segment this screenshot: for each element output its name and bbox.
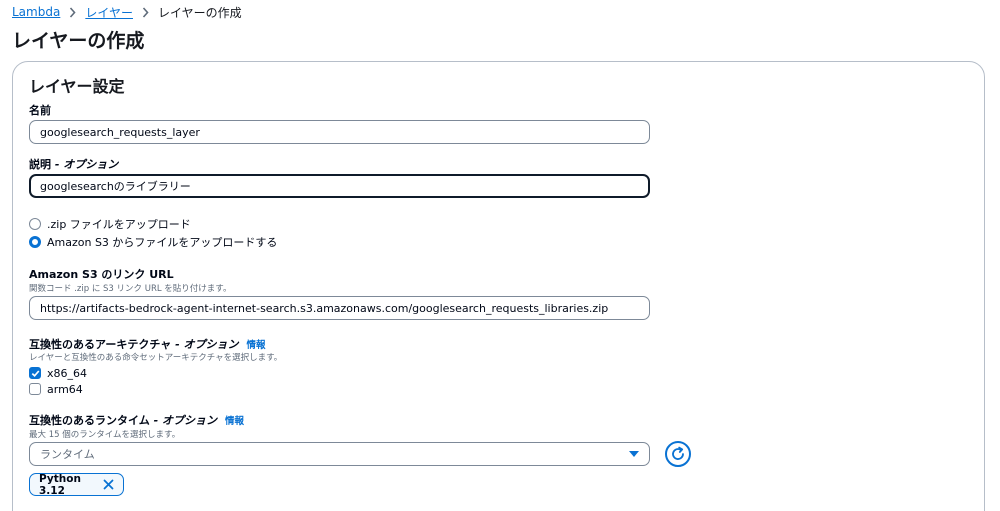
runtime-select-placeholder: ランタイム bbox=[40, 448, 95, 461]
optional-suffix: - オプション bbox=[51, 158, 119, 171]
checkbox[interactable] bbox=[29, 383, 41, 395]
page-title: レイヤーの作成 bbox=[12, 30, 145, 52]
check-icon bbox=[31, 369, 39, 377]
breadcrumb-current: レイヤーの作成 bbox=[157, 5, 242, 20]
refresh-icon bbox=[672, 446, 684, 460]
breadcrumb-link-layers[interactable]: レイヤー bbox=[85, 4, 133, 21]
architecture-info-link[interactable]: 情報 bbox=[246, 340, 265, 351]
runtime-token: Python 3.12 bbox=[29, 472, 124, 497]
s3-url-label: Amazon S3 のリンク URL bbox=[29, 268, 174, 281]
breadcrumb: Lambda レイヤー レイヤーの作成 bbox=[12, 4, 242, 20]
radio-button[interactable] bbox=[29, 236, 41, 248]
runtime-select[interactable]: ランタイム bbox=[29, 442, 650, 466]
checkbox[interactable] bbox=[29, 367, 41, 379]
description-input[interactable] bbox=[29, 174, 650, 198]
breadcrumb-link-lambda[interactable]: Lambda bbox=[12, 5, 60, 19]
caret-down-icon bbox=[629, 451, 639, 457]
runtime-label: 互換性のあるランタイム - オプション 情報 bbox=[29, 412, 244, 428]
radio-button[interactable] bbox=[29, 218, 41, 230]
name-input[interactable] bbox=[29, 120, 650, 144]
radio-label: Amazon S3 からファイルをアップロードする bbox=[47, 236, 278, 249]
checkbox-label: x86_64 bbox=[47, 366, 88, 380]
architecture-label-text: 互換性のあるアーキテクチャ bbox=[29, 338, 172, 351]
checkbox-arm64[interactable]: arm64 bbox=[29, 382, 83, 396]
architecture-label: 互換性のあるアーキテクチャ - オプション 情報 bbox=[29, 336, 265, 352]
runtime-token-label: Python 3.12 bbox=[39, 472, 81, 497]
runtime-label-text: 互換性のあるランタイム bbox=[29, 414, 150, 427]
radio-upload-s3[interactable]: Amazon S3 からファイルをアップロードする bbox=[29, 235, 277, 249]
architecture-description: レイヤーと互換性のある命令セットアーキテクチャを選択します。 bbox=[29, 353, 283, 363]
runtime-info-link[interactable]: 情報 bbox=[225, 416, 244, 427]
token-remove-button[interactable] bbox=[101, 478, 115, 492]
runtime-description: 最大 15 個のランタイムを選択します。 bbox=[29, 430, 181, 440]
close-icon bbox=[103, 479, 113, 490]
name-label: 名前 bbox=[29, 104, 51, 117]
chevron-right-icon bbox=[142, 6, 149, 18]
optional-suffix: - オプション bbox=[171, 338, 239, 351]
radio-label: .zip ファイルをアップロード bbox=[47, 218, 191, 231]
description-label: 説明 - オプション bbox=[29, 156, 118, 172]
description-label-text: 説明 bbox=[29, 158, 51, 171]
chevron-right-icon bbox=[69, 6, 76, 18]
checkbox-x86-64[interactable]: x86_64 bbox=[29, 366, 87, 380]
s3-url-description: 関数コード .zip に S3 リンク URL を貼り付けます。 bbox=[29, 284, 232, 294]
optional-suffix: - オプション bbox=[149, 414, 218, 427]
refresh-runtimes-button[interactable] bbox=[665, 441, 691, 467]
radio-upload-zip[interactable]: .zip ファイルをアップロード bbox=[29, 217, 191, 231]
s3-url-input[interactable] bbox=[29, 296, 650, 320]
checkbox-label: arm64 bbox=[47, 382, 83, 396]
section-title: レイヤー設定 bbox=[29, 77, 125, 96]
